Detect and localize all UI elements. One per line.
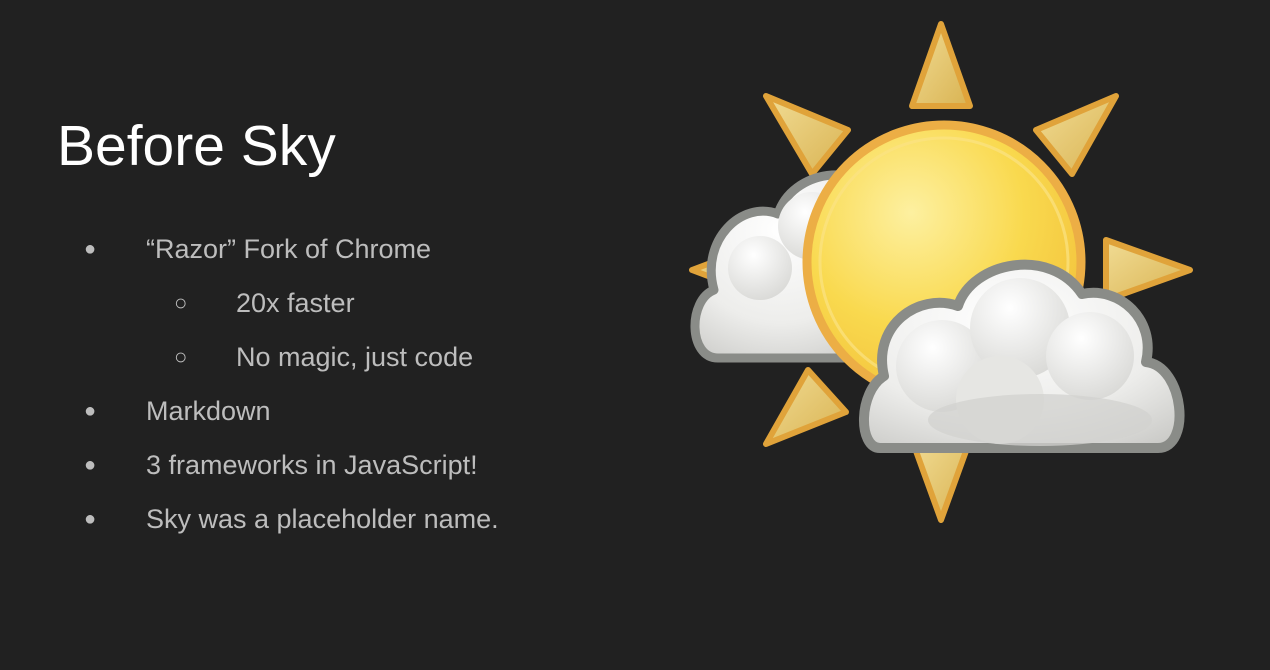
sub-bullet-text: 20x faster (236, 288, 355, 318)
sun-ray (1033, 93, 1119, 177)
bullet-list: ● “Razor” Fork of Chrome ○ 20x faster ○ … (0, 222, 660, 546)
sun-ray (763, 367, 849, 447)
bullet-text: 3 frameworks in JavaScript! (146, 450, 478, 480)
slide: Before Sky ● “Razor” Fork of Chrome ○ 20… (0, 0, 1270, 670)
slide-title: Before Sky (57, 114, 336, 178)
bullet-text: Sky was a placeholder name. (146, 504, 499, 534)
bullet-marker: ● (84, 238, 97, 260)
bullet-item: ● 3 frameworks in JavaScript! (0, 438, 660, 492)
bullet-marker: ● (84, 508, 97, 530)
bullet-item: ● “Razor” Fork of Chrome (0, 222, 660, 276)
sub-bullet-item: ○ 20x faster (0, 276, 660, 330)
sub-bullet-text: No magic, just code (236, 342, 474, 372)
bullet-marker: ● (84, 400, 97, 422)
sun-ray (909, 21, 973, 109)
bullet-marker: ● (84, 454, 97, 476)
bullet-item: ● Markdown (0, 384, 660, 438)
partly-cloudy-sun-icon (689, 21, 1193, 523)
bullet-text: “Razor” Fork of Chrome (146, 234, 432, 264)
sub-bullet-marker: ○ (174, 290, 188, 315)
bullet-item: ● Sky was a placeholder name. (0, 492, 660, 546)
sub-bullet-item: ○ No magic, just code (0, 330, 660, 384)
sun-ray (763, 93, 851, 177)
sun-ray (1103, 237, 1193, 303)
bullet-text: Markdown (146, 396, 271, 426)
sub-bullet-marker: ○ (174, 344, 188, 369)
